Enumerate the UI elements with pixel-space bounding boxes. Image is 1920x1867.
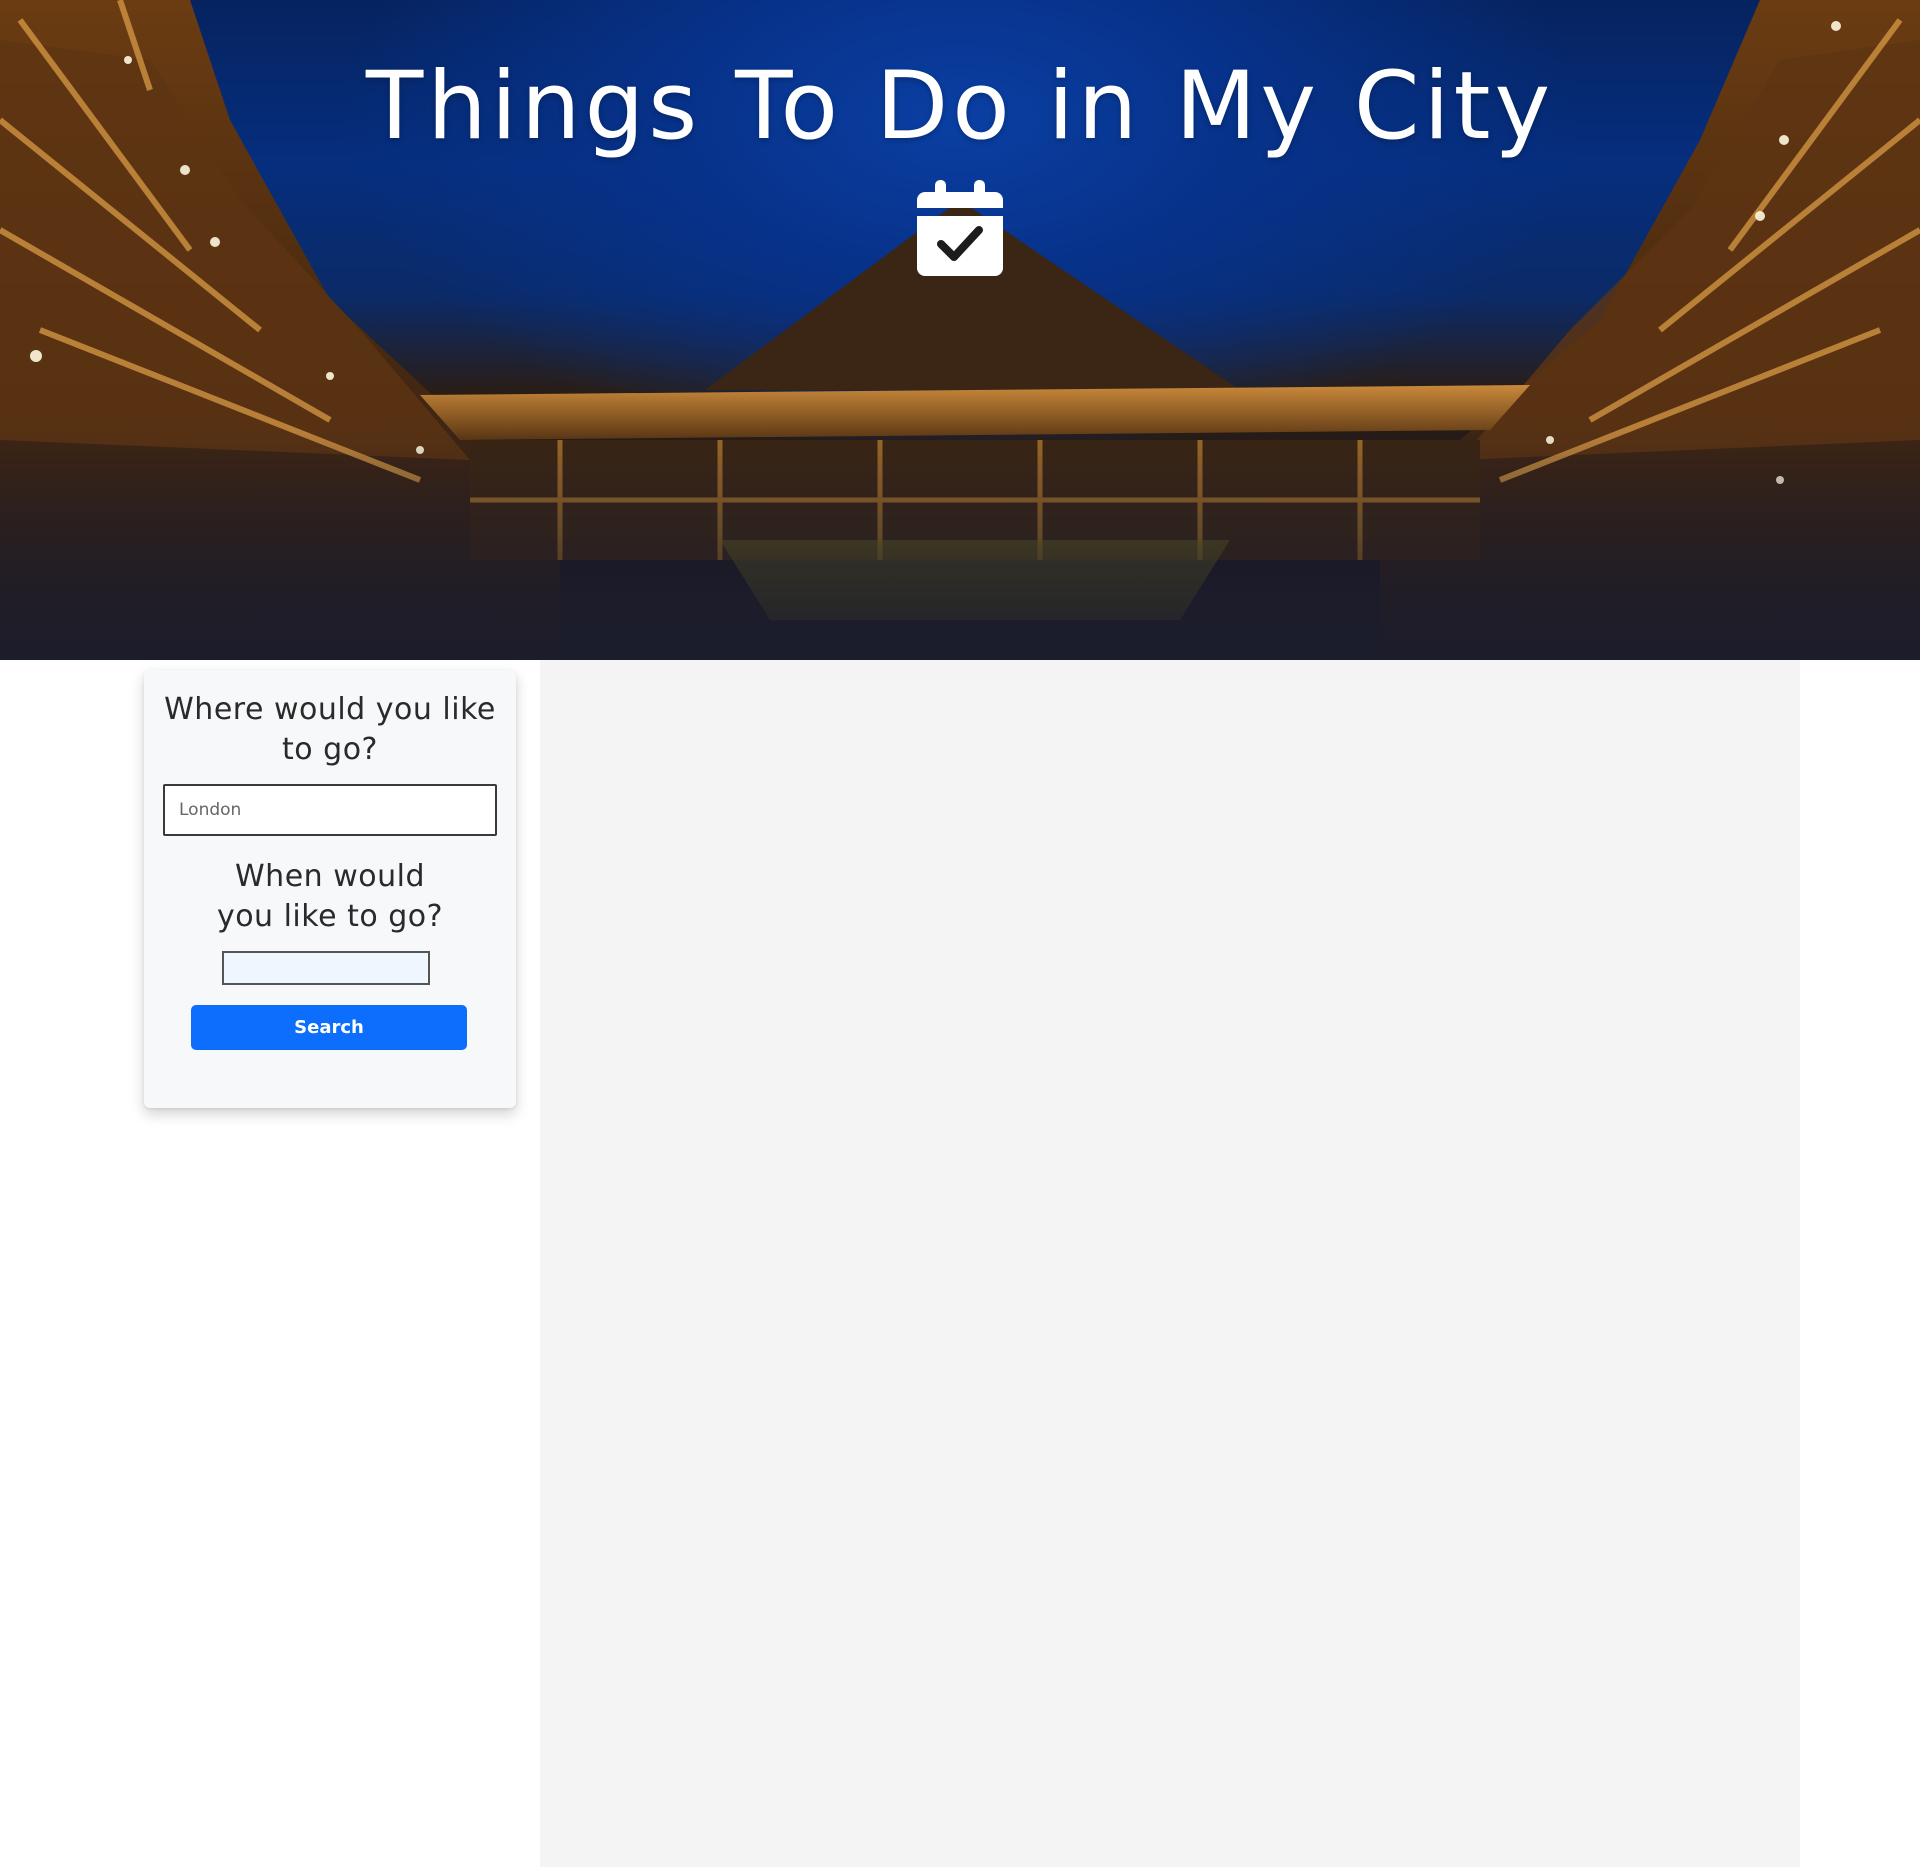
hero-banner: Things To Do in My City [0, 0, 1920, 660]
where-heading: Where would you like to go? [164, 692, 496, 767]
when-heading: When would you like to go? [216, 859, 444, 934]
results-panel [540, 660, 1800, 1867]
date-input[interactable] [222, 951, 430, 985]
destination-input[interactable] [163, 784, 497, 836]
search-button[interactable]: Search [191, 1005, 467, 1050]
calendar-check-icon [917, 180, 1003, 276]
page-title: Things To Do in My City [365, 52, 1555, 161]
search-card: Where would you like to go? When would y… [144, 670, 516, 1108]
